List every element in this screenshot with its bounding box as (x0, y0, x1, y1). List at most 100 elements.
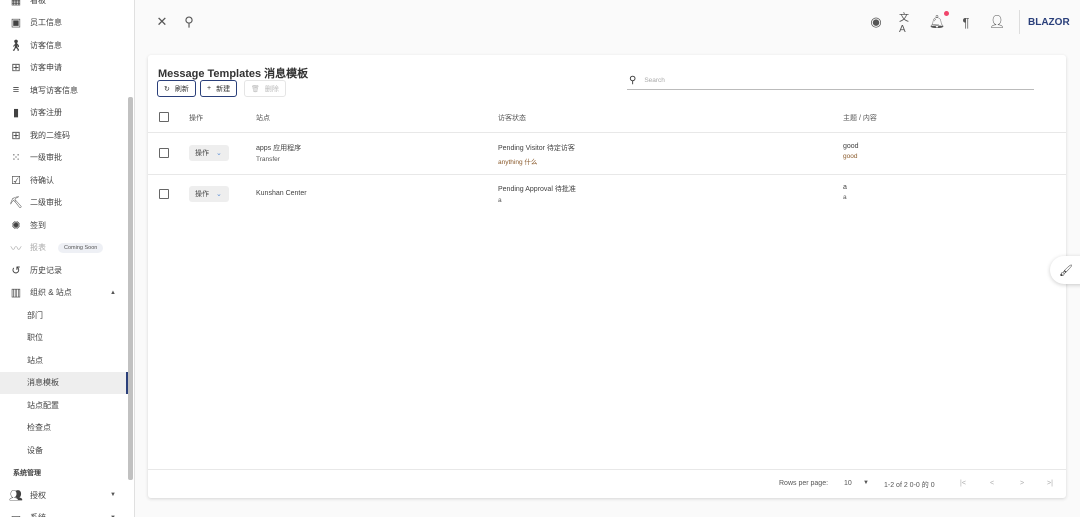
status-name: Pending Approval 待批准 (498, 186, 576, 193)
row-action-menu[interactable]: 操作 ⌄ (189, 145, 229, 161)
sidebar-item[interactable]: ✺ 签到 (0, 214, 128, 237)
sidebar-item[interactable]: 站点 (0, 349, 128, 372)
account-icon[interactable]: 👤︎ (989, 14, 1006, 30)
action-label: 操作 (195, 191, 209, 198)
sidebar-item[interactable]: 消息模板 (0, 371, 128, 394)
select-all-checkbox[interactable] (159, 112, 169, 122)
row-checkbox[interactable] (159, 189, 169, 199)
sidebar-item[interactable]: ▭系统▼ (0, 507, 128, 517)
sidebar-item-label: 设备 (27, 445, 43, 455)
next-page-icon[interactable]: > (1020, 480, 1024, 487)
sidebar-item[interactable]: ⛏︎ 二级审批 (0, 192, 128, 215)
sidebar-item[interactable]: 职位 (0, 327, 128, 350)
chevron-up-icon: ▲ (110, 289, 116, 296)
github-icon[interactable]: ◉ (868, 14, 884, 30)
translate-icon[interactable]: 文A (899, 13, 915, 35)
site-name: Kunshan Center (256, 190, 307, 197)
sidebar-item-label: 报表 (30, 243, 46, 253)
sidebar-item[interactable]: 检查点 (0, 417, 128, 440)
new-button[interactable]: + 新建 (200, 80, 238, 97)
column-header-status[interactable]: 访客状态 (498, 113, 526, 123)
status-cell: Pending Approval 待批准 a (498, 184, 576, 204)
search-icon: ⚲ (629, 75, 637, 86)
last-page-icon[interactable]: >| (1047, 480, 1053, 487)
brand-logo[interactable]: BLAZOR (1019, 10, 1070, 34)
site-sub: Transfer (256, 156, 280, 163)
sidebar-item[interactable]: 部门 (0, 304, 128, 327)
manage-accounts-icon: 👥︎ (9, 489, 23, 502)
sidebar-item[interactable]: ⊞ 我的二维码 (0, 124, 128, 147)
sidebar-scrollbar[interactable] (128, 97, 133, 480)
subject-cell: good good (843, 143, 859, 160)
approval-icon: ⁙ (11, 152, 21, 165)
text-direction-icon[interactable]: ¶ (958, 14, 974, 30)
new-label: 新建 (216, 85, 231, 93)
status-sub: a (498, 197, 502, 204)
column-header-action: 操作 (189, 115, 203, 122)
status-name: Pending Visitor 待定访客 (498, 145, 575, 152)
domain-icon: ▥ (10, 287, 22, 300)
sidebar-item[interactable]: ≡ 填写访客信息 (0, 79, 128, 102)
sidebar-item-label: 组织 & 站点 (30, 288, 72, 298)
search-icon[interactable]: ⚲ (181, 14, 197, 30)
sidebar-item-label: 我的二维码 (30, 130, 70, 140)
site-name: apps 应用程序 (256, 145, 302, 152)
sidebar-item[interactable]: ▦ 看板 (0, 0, 128, 12)
book-icon: ▮ (12, 107, 20, 120)
notifications-icon[interactable]: 🔔︎ (929, 14, 946, 30)
action-label: 操作 (195, 150, 209, 157)
qr-code-icon: ⊞ (11, 129, 21, 142)
rows-per-page-label: Rows per page: (779, 480, 829, 487)
pagination: Rows per page: 10 ▼ 1-2 of 2 0-0 的 0 |< … (148, 469, 1066, 498)
first-page-icon[interactable]: |< (960, 480, 966, 487)
search-input[interactable]: ⚲ Search (627, 72, 1034, 90)
sidebar-item[interactable]: 〰报表 Coming Soon (0, 237, 128, 260)
delete-button[interactable]: 🗑︎ 删除 (244, 80, 286, 97)
checklist-icon: ☑ (11, 174, 21, 187)
column-header-subject[interactable]: 主题 / 内容 (843, 113, 877, 123)
message-templates-card: Message Templates 消息模板 ↻ 刷新 + 新建 🗑︎ 删除 ⚲ Sea… (148, 55, 1066, 498)
sidebar-item[interactable]: ▮ 访客注册 (0, 102, 128, 125)
sidebar-item-label: 消息模板 (27, 378, 59, 388)
brush-icon: 🖌︎ (1059, 264, 1073, 277)
history-icon: ↺ (11, 264, 21, 277)
caret-down-icon[interactable]: ▼ (863, 480, 869, 486)
badge-icon: ▣ (10, 17, 22, 30)
subject: a (843, 184, 847, 191)
sidebar-item-label: 授权 (30, 490, 46, 500)
row-checkbox[interactable] (159, 148, 169, 158)
refresh-icon: ↻ (164, 85, 170, 93)
post-add-icon: ⊞ (11, 62, 21, 75)
sidebar-item[interactable]: 👥︎ 授权 ▼ (0, 484, 128, 507)
row-action-menu[interactable]: 操作 ⌄ (189, 186, 229, 202)
sidebar-item[interactable]: 🚶︎ 访客信息 (0, 34, 128, 57)
sidebar-item-label: 站点配置 (27, 400, 59, 410)
sidebar-item[interactable]: ⊞ 访客申请 (0, 57, 128, 80)
subject-cell: aa (843, 184, 847, 201)
sidebar-item[interactable]: ▥ 组织 & 站点 ▲ (0, 282, 128, 305)
sidebar-item[interactable]: ▣ 员工信息 (0, 12, 128, 35)
prev-page-icon[interactable]: < (990, 480, 994, 487)
sidebar-item[interactable]: 站点配置 (0, 394, 128, 417)
rows-per-page-select[interactable]: 10 (844, 480, 852, 487)
column-header-site[interactable]: 站点 (256, 113, 270, 123)
sidebar-item-label: 访客申请 (30, 63, 62, 73)
sidebar-item-label: 站点 (27, 355, 43, 365)
sidebar-item-label: 签到 (30, 220, 46, 230)
chevron-down-icon: ⌄ (216, 191, 222, 198)
sidebar-item[interactable]: ↺ 历史记录 (0, 259, 128, 282)
sidebar-item[interactable]: ☑ 待确认 (0, 169, 128, 192)
status-cell: Pending Visitor 待定访客 anything 什么 (498, 143, 575, 166)
refresh-label: 刷新 (174, 85, 189, 93)
notification-dot (944, 11, 949, 16)
edit-note-icon: ≡ (12, 84, 20, 97)
sidebar-item[interactable]: 设备 (0, 439, 128, 462)
theme-brush-button[interactable]: 🖌︎ (1050, 256, 1080, 284)
close-icon[interactable]: ✕ (154, 14, 170, 30)
sidebar-item-label: 员工信息 (30, 18, 62, 28)
plus-icon: + (207, 85, 212, 92)
divider (148, 132, 1066, 133)
sidebar-item[interactable]: ⁙ 一级审批 (0, 147, 128, 170)
refresh-button[interactable]: ↻ 刷新 (157, 80, 196, 97)
sidebar-section-header: 系统管理 (13, 469, 41, 477)
